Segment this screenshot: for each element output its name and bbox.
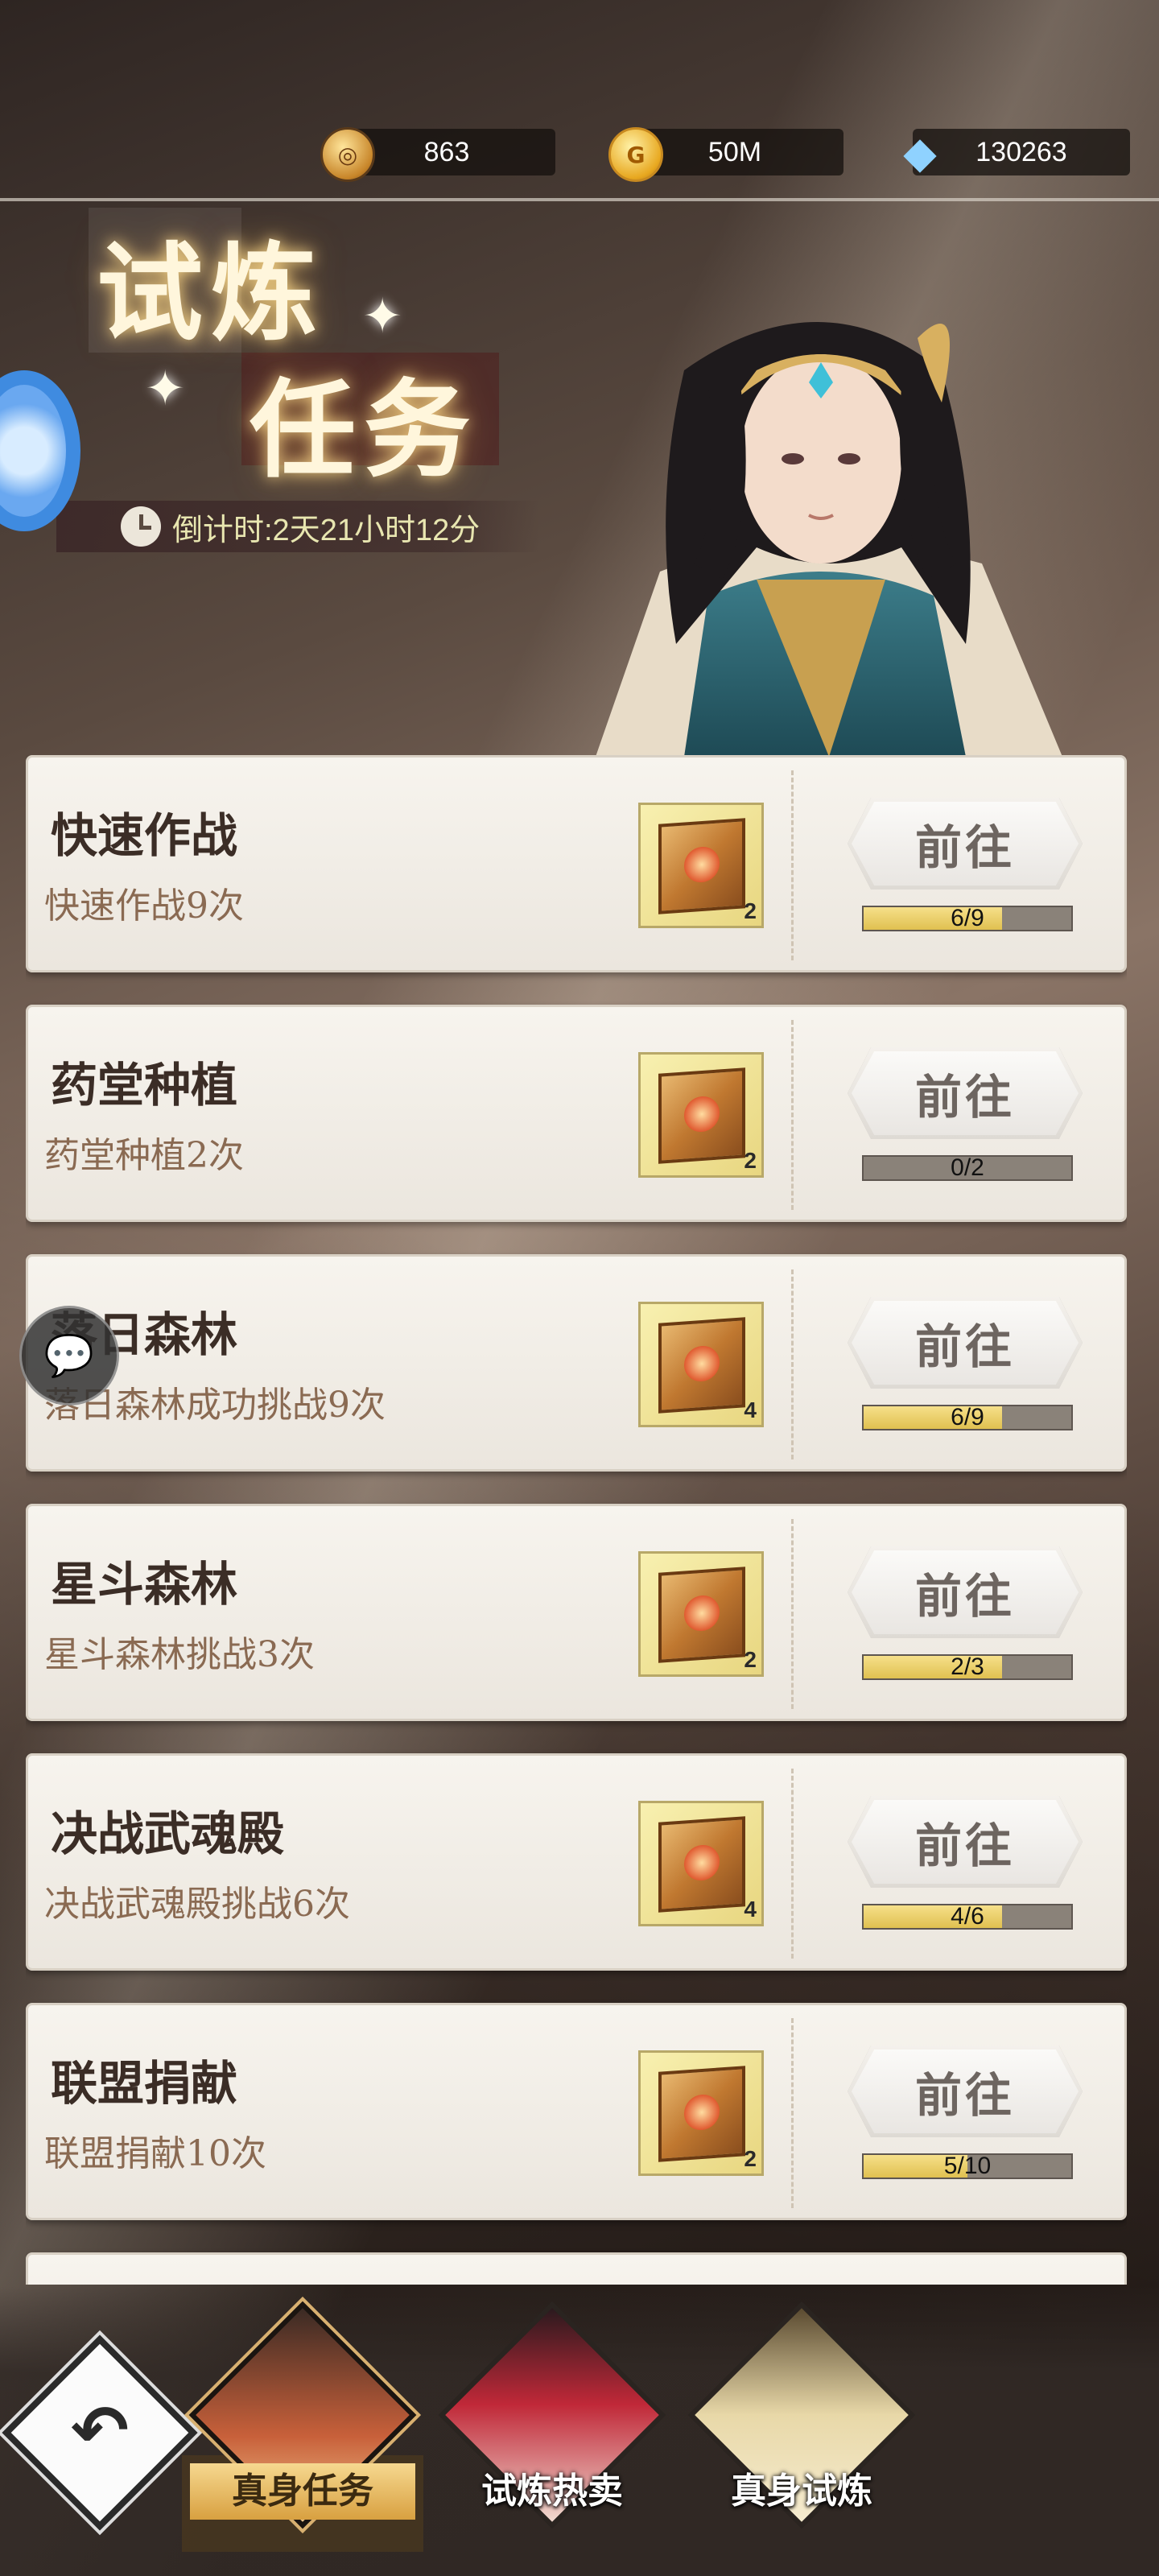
progress-text: 2/3 — [951, 1653, 984, 1680]
treasure-chest-icon — [658, 2066, 745, 2162]
progress-text: 6/9 — [951, 1404, 984, 1430]
go-button-label: 前往 — [852, 1800, 1079, 1884]
go-button-label: 前往 — [852, 1301, 1079, 1385]
reward-item[interactable]: 2 — [638, 1052, 764, 1178]
treasure-chest-icon — [658, 1816, 745, 1913]
go-button-label: 前往 — [852, 1550, 1079, 1634]
tab-true-body-tasks[interactable]: 真身任务 — [182, 2301, 423, 2560]
sparkle-icon: ✦ — [362, 288, 403, 345]
gold-coin-icon: G — [608, 127, 663, 182]
countdown-banner: 倒计时:2天21小时12分 — [56, 501, 539, 552]
title-line-2: 任务 — [250, 368, 478, 493]
task-card: 药堂种植 药堂种植2次 2 前往 0/2 — [26, 1005, 1127, 1222]
task-card: 快速作战 快速作战9次 2 前往 6/9 — [26, 755, 1127, 972]
card-divider — [791, 2018, 794, 2208]
currency-gold[interactable]: G 50M — [608, 127, 843, 182]
reward-item[interactable]: 2 — [638, 1551, 764, 1677]
progress-text: 4/6 — [951, 1903, 984, 1930]
treasure-chest-icon — [658, 818, 745, 914]
currency-diamond[interactable]: ◆ 130263 — [903, 127, 1130, 178]
go-button[interactable]: 前往 — [848, 1047, 1083, 1139]
task-card: 联盟捐献 联盟捐献10次 2 前往 5/10 — [26, 2003, 1127, 2220]
task-name: 快速作战 — [51, 808, 238, 863]
task-card-partial — [26, 2252, 1127, 2285]
tab-trial-hot-sale[interactable]: 试炼热卖 — [438, 2301, 666, 2560]
task-card: 决战武魂殿 决战武魂殿挑战6次 4 前往 4/6 — [26, 1753, 1127, 1971]
task-description: 星斗森林挑战3次 — [44, 1634, 315, 1675]
treasure-chest-icon — [658, 1317, 745, 1414]
reward-count: 2 — [744, 1148, 757, 1173]
currency-bar: ◎ 863 G 50M ◆ 130263 — [0, 127, 1159, 185]
reward-item[interactable]: 4 — [638, 1302, 764, 1427]
task-name: 决战武魂殿 — [51, 1806, 285, 1861]
go-button-label: 前往 — [852, 1051, 1079, 1135]
chat-icon[interactable]: 💬 — [19, 1306, 119, 1406]
reward-count: 4 — [744, 1397, 757, 1422]
card-divider — [791, 770, 794, 960]
progress-bar: 6/9 — [862, 906, 1073, 931]
sparkle-icon: ✦ — [145, 361, 186, 417]
reward-item[interactable]: 2 — [638, 803, 764, 928]
go-button[interactable]: 前往 — [848, 1546, 1083, 1638]
title-line-1: 试炼 — [97, 231, 325, 356]
clock-icon — [121, 506, 161, 547]
task-card: 星斗森林 星斗森林挑战3次 2 前往 2/3 — [26, 1504, 1127, 1721]
back-arrow-icon: ↶ — [70, 2391, 130, 2471]
go-button[interactable]: 前往 — [848, 2046, 1083, 2137]
task-name: 星斗森林 — [51, 1557, 238, 1612]
card-divider — [791, 1269, 794, 1459]
treasure-chest-icon — [658, 1567, 745, 1663]
tab-label: 试炼热卖 — [481, 2471, 623, 2512]
reward-item[interactable]: 2 — [638, 2050, 764, 2176]
task-name: 联盟捐献 — [51, 2056, 238, 2111]
reward-count: 2 — [744, 1647, 757, 1672]
diamond-icon: ◆ — [903, 126, 937, 178]
treasure-chest-icon — [658, 1067, 745, 1164]
card-divider — [791, 1769, 794, 1959]
task-description: 药堂种植2次 — [44, 1135, 244, 1176]
reward-item[interactable]: 4 — [638, 1801, 764, 1926]
progress-bar: 5/10 — [862, 2153, 1073, 2179]
tab-label: 真身试炼 — [731, 2471, 872, 2512]
tab-true-body-trial[interactable]: 真身试炼 — [687, 2301, 916, 2560]
top-divider — [0, 198, 1159, 201]
progress-text: 6/9 — [951, 905, 984, 931]
card-divider — [791, 1020, 794, 1210]
progress-bar: 0/2 — [862, 1155, 1073, 1181]
reward-count: 2 — [744, 2146, 757, 2171]
progress-text: 5/10 — [943, 2153, 992, 2179]
progress-text: 0/2 — [951, 1154, 984, 1181]
hero-portrait — [596, 322, 1062, 757]
card-divider — [791, 1519, 794, 1709]
task-description: 决战武魂殿挑战6次 — [44, 1884, 350, 1925]
go-button[interactable]: 前往 — [848, 798, 1083, 890]
task-name: 药堂种植 — [51, 1058, 238, 1113]
task-description: 快速作战9次 — [44, 886, 244, 927]
go-button[interactable]: 前往 — [848, 1297, 1083, 1389]
task-description: 联盟捐献10次 — [44, 2133, 266, 2174]
go-button-label: 前往 — [852, 802, 1079, 886]
token-coin-icon: ◎ — [320, 127, 375, 182]
progress-bar: 4/6 — [862, 1904, 1073, 1930]
progress-bar: 2/3 — [862, 1654, 1073, 1680]
countdown-text: 倒计时:2天21小时12分 — [172, 513, 481, 547]
go-button[interactable]: 前往 — [848, 1796, 1083, 1888]
task-card: 落日森林 落日森林成功挑战9次 4 前往 6/9 — [26, 1254, 1127, 1472]
go-button-label: 前往 — [852, 2050, 1079, 2133]
reward-count: 4 — [744, 1897, 757, 1922]
currency-diamond-value: 130263 — [975, 136, 1067, 167]
tab-label: 真身任务 — [190, 2463, 415, 2520]
reward-count: 2 — [744, 898, 757, 923]
progress-bar: 6/9 — [862, 1405, 1073, 1430]
task-list: 快速作战 快速作战9次 2 前往 6/9 药堂种植 药堂种植2次 2 前往 0/… — [26, 755, 1127, 2285]
currency-token[interactable]: ◎ 863 — [320, 127, 555, 182]
